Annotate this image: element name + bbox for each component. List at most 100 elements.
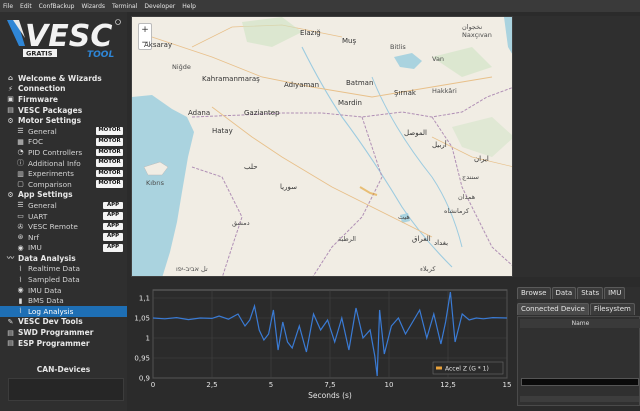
sampled-icon: ⌇: [18, 275, 23, 284]
nav-item-bms-data[interactable]: ▮ BMS Data: [0, 295, 127, 306]
map-label: أربيل: [432, 141, 447, 149]
nav-item-label: Experiments: [28, 169, 74, 179]
map-label: Batman: [346, 79, 374, 87]
can-devices-list[interactable]: [8, 378, 124, 401]
map-label: ایران: [474, 155, 489, 163]
nav-item-label: VESC Packages: [18, 105, 83, 115]
right-top-area: [513, 16, 640, 277]
nav-item-pid-controllers[interactable]: ◔ PID Controllers MOTOR: [0, 147, 127, 158]
horizontal-scrollbar[interactable]: [520, 396, 639, 402]
nav-item-general[interactable]: ☰ General APP: [0, 200, 127, 211]
vesc-logo: VESC GRATIS TOOL: [5, 16, 125, 66]
tab-stats[interactable]: Stats: [577, 287, 604, 299]
tab-filesystem[interactable]: Filesystem: [589, 303, 635, 315]
motor-icon: ⚙: [7, 116, 14, 125]
log-map[interactable]: + − Elazığ Muş Bitlis Aksaray Niğde Kahramanm…: [131, 16, 513, 277]
nav-item-label: BMS Data: [28, 296, 64, 306]
nav-item-welcome-wizards[interactable]: ⌂ Welcome & Wizards: [0, 73, 127, 84]
nav-badge: APP: [103, 201, 123, 210]
nav-badge: MOTOR: [96, 180, 123, 188]
nav-item-realtime-data[interactable]: ⌇ Realtime Data: [0, 264, 127, 275]
imu-icon: ◉: [17, 243, 24, 252]
map-label: Adıyaman: [284, 81, 320, 89]
nav-item-sampled-data[interactable]: ⌇ Sampled Data: [0, 274, 127, 285]
x-axis-label: Seconds (s): [308, 391, 352, 400]
nav-item-vesc-dev-tools[interactable]: ✎ VESC Dev Tools: [0, 317, 127, 328]
tab-imu[interactable]: IMU: [604, 287, 626, 299]
tab-connected-device[interactable]: Connected Device: [517, 303, 589, 315]
nav-item-vesc-remote[interactable]: ✇ VESC Remote APP: [0, 221, 127, 232]
tab-data[interactable]: Data: [551, 287, 577, 299]
menu-file[interactable]: File: [3, 3, 13, 10]
logo-sub-text: TOOL: [87, 50, 114, 60]
map-label: حلب: [244, 163, 258, 171]
nav-item-app-settings[interactable]: ⚙ App Settings: [0, 190, 127, 201]
map-label: Kıbrıs: [146, 179, 165, 187]
nav-item-swd-programmer[interactable]: ▤ SWD Programmer: [0, 327, 127, 338]
x-tick-label: 7,5: [324, 381, 335, 389]
nav-item-label: PID Controllers: [28, 147, 83, 157]
map-label: همدان: [458, 193, 476, 201]
map-label: Niğde: [172, 63, 191, 71]
tab-browse[interactable]: Browse: [517, 287, 551, 299]
nav-item-log-analysis[interactable]: ⌇ Log Analysis: [0, 306, 127, 317]
legend-swatch: [436, 366, 442, 370]
menu-help[interactable]: Help: [182, 3, 196, 10]
map-label: Naxçıvan: [462, 31, 492, 39]
zoom-in-button[interactable]: +: [139, 24, 151, 37]
x-tick-label: 15: [503, 381, 512, 389]
map-label: تل אביב-יפו: [176, 265, 208, 273]
map-label: کرمانشاه: [444, 207, 470, 215]
nav-item-firmware[interactable]: ▣ Firmware: [0, 94, 127, 105]
menu-terminal[interactable]: Terminal: [112, 3, 137, 10]
nav-badge: MOTOR: [96, 159, 123, 167]
menu-edit[interactable]: Edit: [20, 3, 32, 10]
nav-badge: MOTOR: [96, 127, 123, 135]
map-label: Aksaray: [144, 41, 173, 49]
map-label: العراق: [412, 235, 431, 243]
map-label: سوريا: [280, 183, 297, 191]
file-list-pane[interactable]: Name: [517, 316, 640, 406]
column-header-name[interactable]: Name: [520, 319, 640, 328]
nav-item-vesc-packages[interactable]: ▤ VESC Packages: [0, 105, 127, 116]
nav-item-foc[interactable]: ▦ FOC MOTOR: [0, 137, 127, 148]
nav-item-connection[interactable]: ⚡ Connection: [0, 84, 127, 95]
nav-item-nrf[interactable]: ⊛ Nrf APP: [0, 232, 127, 243]
log-browser-panel: Browse Data Stats IMU Connected Device Files…: [517, 287, 640, 406]
nav-badge: MOTOR: [96, 148, 123, 157]
log-plot-svg[interactable]: 0,9 0,95 1 1,05 1,1 0 2,5 5 7,5 10 12,5 15 Accel Z (…: [131, 282, 513, 406]
map-label: كربلاء: [420, 265, 436, 273]
analysis-icon: 〰: [7, 254, 14, 263]
map-label: Van: [432, 55, 445, 63]
menu-confbackup[interactable]: ConfBackup: [39, 3, 75, 10]
log-plot[interactable]: 0,9 0,95 1 1,05 1,1 0 2,5 5 7,5 10 12,5 15 Accel Z (…: [131, 282, 513, 406]
app-icon: ⚙: [7, 190, 14, 199]
menu-developer[interactable]: Developer: [144, 3, 175, 10]
info-icon: ⓘ: [17, 159, 24, 168]
nav-item-uart[interactable]: ▭ UART APP: [0, 211, 127, 222]
nav-item-comparison[interactable]: ▢ Comparison MOTOR: [0, 179, 127, 190]
nav-item-imu[interactable]: ◉ IMU APP: [0, 243, 127, 254]
panel-tabs: Browse Data Stats IMU: [517, 287, 626, 300]
nav-item-esp-programmer[interactable]: ▤ ESP Programmer: [0, 338, 127, 349]
nav-item-label: General: [28, 126, 57, 136]
nav-badge: MOTOR: [96, 169, 123, 178]
map-label: دمشق: [232, 219, 250, 227]
x-tick-label: 10: [385, 381, 394, 389]
map-label: Hakkâri: [432, 87, 457, 95]
nav-item-motor-settings[interactable]: ⚙ Motor Settings: [0, 115, 127, 126]
chip-icon: ▣: [7, 95, 14, 104]
nav-badge: MOTOR: [96, 138, 123, 146]
imu-icon: ◉: [17, 286, 24, 295]
menu-wizards[interactable]: Wizards: [81, 3, 105, 10]
x-tick-label: 2,5: [206, 381, 217, 389]
nav-item-additional-info[interactable]: ⓘ Additional Info MOTOR: [0, 158, 127, 169]
nav-item-label: Log Analysis: [28, 306, 74, 316]
realtime-icon: ⌇: [18, 264, 23, 273]
nav-item-imu-data[interactable]: ◉ IMU Data: [0, 285, 127, 296]
nav-item-experiments[interactable]: ▥ Experiments MOTOR: [0, 168, 127, 179]
nav-item-general[interactable]: ☰ General MOTOR: [0, 126, 127, 137]
y-tick-label: 1: [146, 335, 150, 343]
nav-item-label: Realtime Data: [28, 264, 80, 274]
nav-item-data-analysis[interactable]: 〰 Data Analysis: [0, 253, 127, 264]
